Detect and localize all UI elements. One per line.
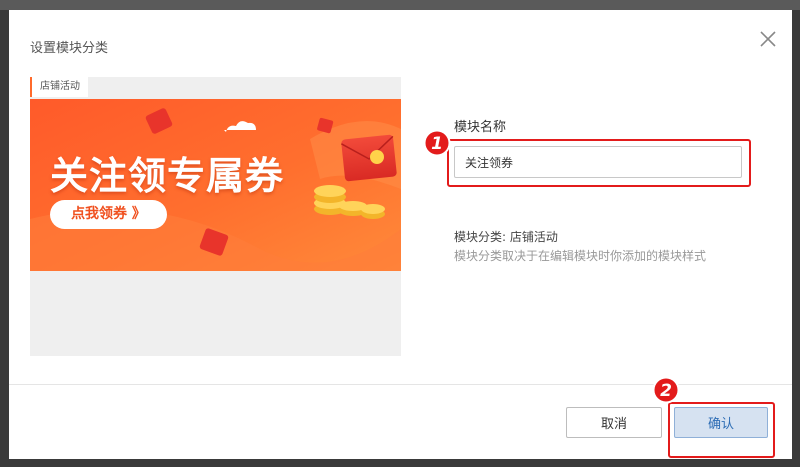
annotation-highlight-confirm bbox=[668, 402, 775, 458]
module-category-text: 模块分类: 店铺活动 bbox=[454, 230, 558, 244]
module-preview: 店铺活动 关注领专属券 点我领券 》 bbox=[30, 77, 401, 356]
background-overlay bbox=[0, 0, 800, 10]
banner-cta-button: 点我领券 》 bbox=[50, 200, 167, 229]
close-icon[interactable] bbox=[757, 28, 779, 50]
dialog-title: 设置模块分类 bbox=[30, 41, 109, 56]
promo-banner: 关注领专属券 点我领券 》 bbox=[30, 99, 401, 271]
module-category-hint: 模块分类取决于在编辑模块时你添加的模块样式 bbox=[454, 249, 707, 263]
annotation-marker-2: 2 bbox=[652, 376, 680, 404]
set-module-category-dialog: 设置模块分类 店铺活动 关注领专属券 点我领券 》 模块名称 关注领券 模块分类… bbox=[9, 10, 792, 459]
annotation-marker-2-label: 2 bbox=[660, 381, 672, 401]
annotation-marker-1-label: 1 bbox=[431, 134, 443, 154]
module-name-input[interactable] bbox=[454, 146, 742, 178]
preview-tab-label: 店铺活动 bbox=[30, 77, 88, 97]
module-name-label: 模块名称 bbox=[454, 120, 507, 135]
banner-headline: 关注领专属券 bbox=[50, 154, 285, 198]
cancel-button[interactable]: 取消 bbox=[566, 407, 662, 438]
annotation-marker-1: 1 bbox=[423, 129, 451, 157]
